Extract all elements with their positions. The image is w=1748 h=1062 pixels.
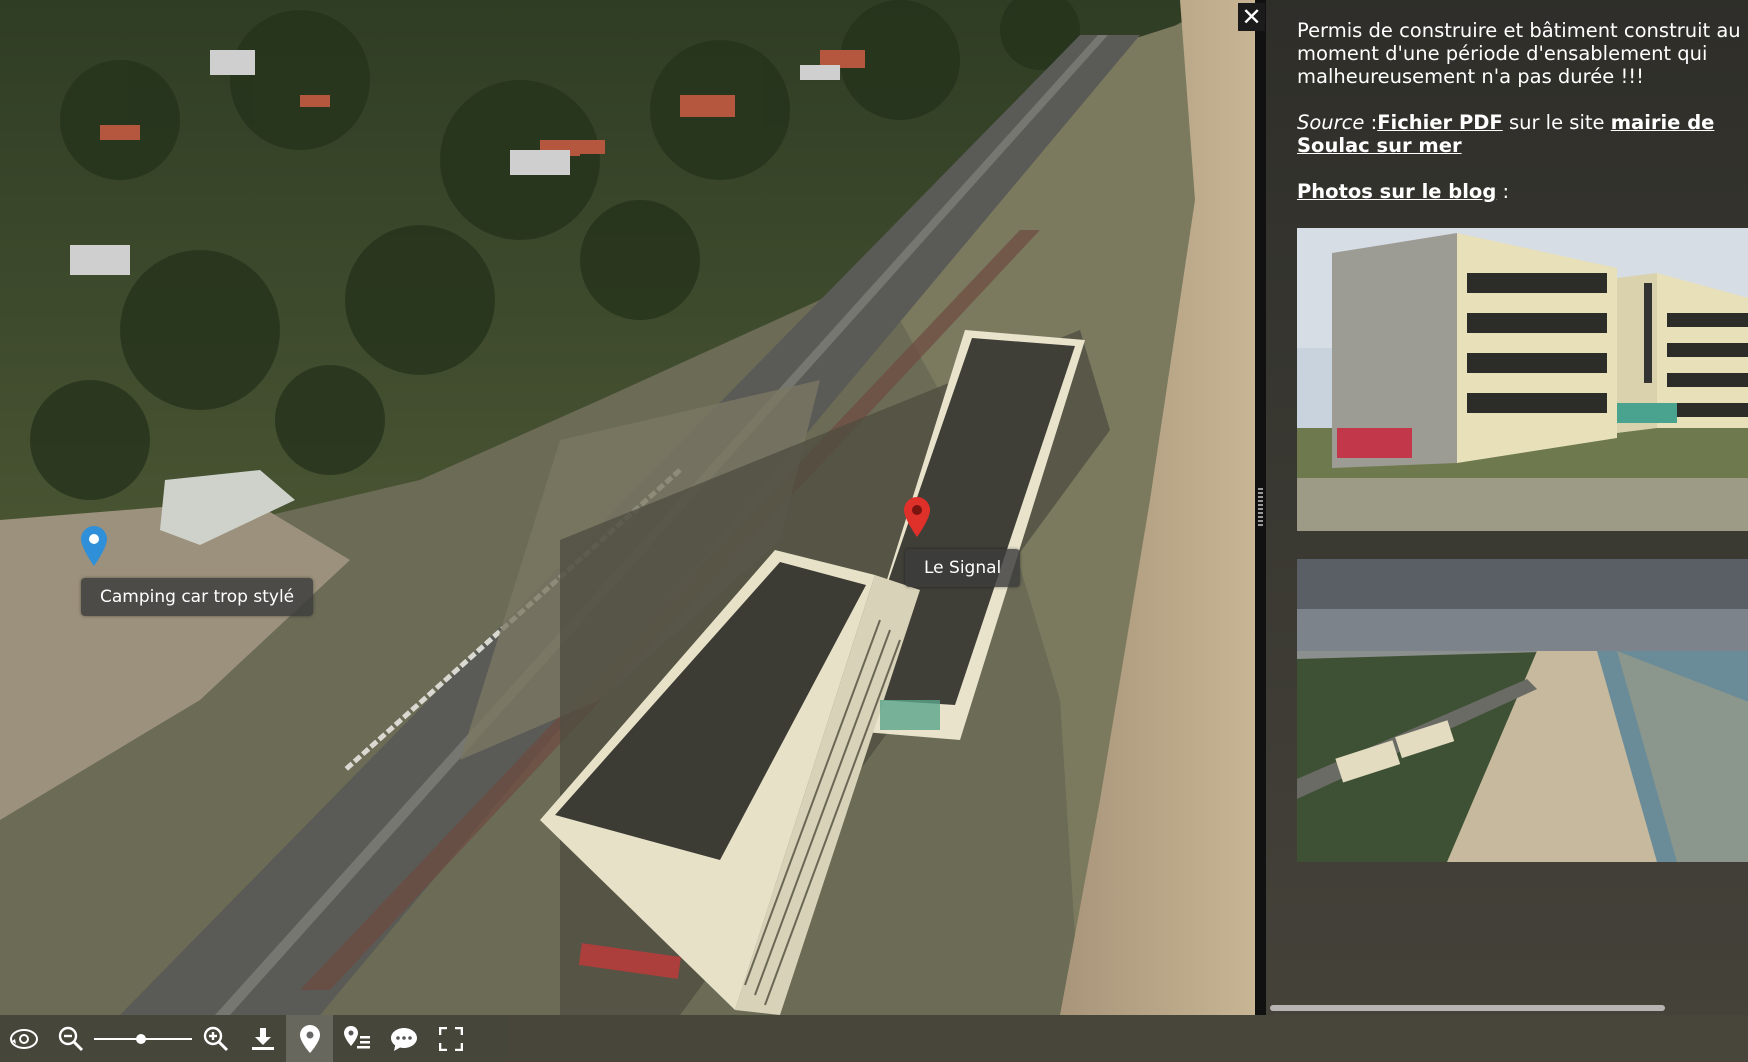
zoom-in-button[interactable] bbox=[192, 1015, 239, 1062]
source-line: Source :Fichier PDF sur le site mairie d… bbox=[1297, 111, 1748, 157]
side-panel[interactable]: Permis de construire et bâtiment constru… bbox=[1255, 0, 1748, 1015]
markers-list-button[interactable] bbox=[333, 1015, 380, 1062]
fullscreen-button[interactable] bbox=[427, 1015, 474, 1062]
panel-content: Permis de construire et bâtiment constru… bbox=[1297, 19, 1748, 226]
pdf-file-link[interactable]: Fichier PDF bbox=[1377, 111, 1503, 134]
zoom-slider[interactable] bbox=[94, 1015, 192, 1062]
caption-icon bbox=[390, 1027, 417, 1051]
download-button[interactable] bbox=[239, 1015, 286, 1062]
source-middle-text: sur le site bbox=[1502, 111, 1611, 134]
map-marker-icon bbox=[904, 497, 930, 537]
map-marker-icon bbox=[81, 526, 107, 566]
source-label: Source bbox=[1297, 111, 1365, 134]
zoom-in-icon bbox=[203, 1026, 228, 1051]
photos-suffix: : bbox=[1496, 180, 1510, 203]
photos-line: Photos sur le blog : bbox=[1297, 180, 1748, 203]
markers-icon bbox=[299, 1024, 320, 1053]
photo-aerial-image bbox=[1297, 559, 1748, 862]
blog-photos-link[interactable]: Photos sur le blog bbox=[1297, 180, 1496, 203]
source-separator: : bbox=[1364, 111, 1378, 134]
markers-list-icon bbox=[343, 1025, 370, 1048]
zoom-out-button[interactable] bbox=[47, 1015, 94, 1062]
marker-camping-car[interactable] bbox=[81, 526, 107, 566]
marker-le-signal[interactable] bbox=[904, 497, 930, 537]
photo-building-closeup[interactable] bbox=[1297, 228, 1748, 531]
close-icon: ✕ bbox=[1241, 3, 1262, 31]
markers-button[interactable] bbox=[286, 1015, 333, 1062]
fullscreen-icon bbox=[438, 1026, 463, 1051]
panel-horizontal-scrollbar[interactable] bbox=[1270, 1005, 1665, 1011]
zoom-out-icon bbox=[58, 1026, 83, 1051]
autorotate-button[interactable] bbox=[0, 1015, 47, 1062]
photo-aerial-beach[interactable] bbox=[1297, 559, 1748, 862]
bottom-navbar bbox=[0, 1015, 1748, 1062]
zoom-slider-thumb[interactable] bbox=[136, 1034, 146, 1044]
download-icon bbox=[251, 1027, 274, 1050]
photo-building-image bbox=[1297, 228, 1748, 531]
panel-resize-handle[interactable] bbox=[1258, 488, 1263, 528]
panel-description: Permis de construire et bâtiment constru… bbox=[1297, 19, 1741, 88]
marker-tooltip-camping-car: Camping car trop stylé bbox=[81, 578, 314, 616]
marker-tooltip-le-signal: Le Signal bbox=[905, 549, 1021, 587]
caption-button[interactable] bbox=[380, 1015, 427, 1062]
autorotate-icon bbox=[9, 1028, 38, 1049]
close-panel-button[interactable]: ✕ bbox=[1238, 3, 1265, 31]
